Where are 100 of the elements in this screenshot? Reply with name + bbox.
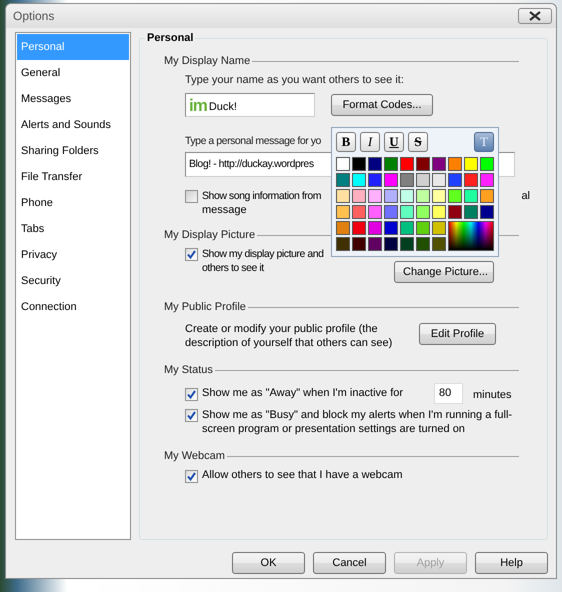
song-option-label: Show song information from xyxy=(202,189,322,203)
format-style-button[interactable]: U xyxy=(384,132,404,152)
color-swatch[interactable] xyxy=(416,189,430,203)
color-swatch[interactable] xyxy=(352,173,366,187)
category-item[interactable]: General xyxy=(17,60,129,86)
color-swatch[interactable] xyxy=(384,221,398,235)
display-name-field[interactable]: im Duck! xyxy=(185,93,315,117)
color-swatch[interactable] xyxy=(416,173,430,187)
category-item[interactable]: Sharing Folders xyxy=(17,138,129,164)
color-swatch[interactable] xyxy=(368,205,382,219)
color-swatch[interactable] xyxy=(432,173,446,187)
color-swatch[interactable] xyxy=(384,173,398,187)
color-swatch[interactable] xyxy=(384,205,398,219)
checkbox[interactable] xyxy=(185,409,198,422)
category-item[interactable]: Privacy xyxy=(17,242,129,268)
category-item[interactable]: Connection xyxy=(17,294,129,320)
color-swatch[interactable] xyxy=(336,157,350,171)
color-swatch[interactable] xyxy=(416,205,430,219)
color-swatch[interactable] xyxy=(368,157,382,171)
section-heading: My Display Picture xyxy=(164,229,256,242)
color-swatch[interactable] xyxy=(336,221,350,235)
color-swatch[interactable] xyxy=(432,189,446,203)
change-picture-button[interactable]: Change Picture... xyxy=(394,261,494,283)
format-codes-button[interactable]: Format Codes... xyxy=(331,94,433,116)
checkbox[interactable] xyxy=(185,248,198,261)
busy-option-label: Show me as "Busy" and block my alerts when I'm running a full-screen program or presentation settings are turned on xyxy=(202,408,514,436)
away-option-label: Show me as "Away" when I'm inactive for xyxy=(202,387,404,400)
color-swatch[interactable] xyxy=(480,205,494,219)
color-swatch[interactable] xyxy=(352,157,366,171)
close-button[interactable] xyxy=(518,8,552,24)
category-item[interactable]: Phone xyxy=(17,190,129,216)
color-swatch[interactable] xyxy=(432,205,446,219)
section-heading: My Webcam xyxy=(164,450,225,463)
minutes-label: minutes xyxy=(473,388,512,402)
color-swatch[interactable] xyxy=(448,157,462,171)
category-item[interactable]: Alerts and Sounds xyxy=(17,112,129,138)
color-swatch[interactable] xyxy=(400,205,414,219)
dialog-button[interactable]: Help xyxy=(475,552,548,574)
dialog-button[interactable]: OK xyxy=(232,552,305,574)
color-swatch[interactable] xyxy=(384,157,398,171)
color-swatch[interactable] xyxy=(336,189,350,203)
color-swatch[interactable] xyxy=(352,221,366,235)
color-swatch[interactable] xyxy=(336,173,350,187)
color-swatch[interactable] xyxy=(464,189,478,203)
display-picture-option-label: others to see it xyxy=(202,262,264,274)
color-swatch[interactable] xyxy=(448,173,462,187)
color-swatch[interactable] xyxy=(352,189,366,203)
color-swatch[interactable] xyxy=(448,205,462,219)
category-item[interactable]: Tabs xyxy=(17,216,129,242)
color-swatch[interactable] xyxy=(400,189,414,203)
color-swatch[interactable] xyxy=(464,205,478,219)
category-item[interactable]: Messages xyxy=(17,86,129,112)
color-swatch[interactable] xyxy=(368,237,382,251)
color-swatch[interactable] xyxy=(416,157,430,171)
section-heading: My Display Name xyxy=(164,55,250,68)
color-swatch[interactable] xyxy=(368,173,382,187)
section-heading: My Public Profile xyxy=(164,301,246,314)
section-heading: My Status xyxy=(164,364,213,377)
checkbox[interactable] xyxy=(185,190,198,203)
color-swatch[interactable] xyxy=(400,173,414,187)
im-logo: im xyxy=(189,97,207,114)
color-swatch[interactable] xyxy=(384,237,398,251)
color-swatch[interactable] xyxy=(384,189,398,203)
color-spectrum[interactable] xyxy=(448,221,494,251)
color-swatch[interactable] xyxy=(336,205,350,219)
window-title: Options xyxy=(13,10,54,22)
display-picture-option-label: Show my display picture and xyxy=(202,248,324,260)
close-icon xyxy=(528,11,542,21)
color-swatch[interactable] xyxy=(416,221,430,235)
color-swatch[interactable] xyxy=(416,237,430,251)
color-swatch[interactable] xyxy=(352,237,366,251)
category-item[interactable]: File Transfer xyxy=(17,164,129,190)
color-swatch[interactable] xyxy=(400,157,414,171)
color-swatch[interactable] xyxy=(480,189,494,203)
color-swatch[interactable] xyxy=(400,237,414,251)
color-swatch[interactable] xyxy=(432,237,446,251)
checkbox[interactable] xyxy=(185,470,198,483)
color-swatch[interactable] xyxy=(400,221,414,235)
color-swatch[interactable] xyxy=(464,157,478,171)
minutes-field[interactable]: 80 xyxy=(434,383,463,404)
format-style-button[interactable]: I xyxy=(360,132,380,152)
color-swatch[interactable] xyxy=(448,189,462,203)
color-swatch[interactable] xyxy=(352,205,366,219)
format-style-button[interactable]: B xyxy=(336,132,356,152)
song-option-label: al xyxy=(521,189,530,203)
checkbox[interactable] xyxy=(185,388,198,400)
category-item[interactable]: Security xyxy=(17,268,129,294)
color-swatch[interactable] xyxy=(368,189,382,203)
format-style-button[interactable]: S xyxy=(408,132,428,152)
color-swatch[interactable] xyxy=(480,173,494,187)
color-swatch[interactable] xyxy=(464,173,478,187)
color-swatch[interactable] xyxy=(480,157,494,171)
color-swatch[interactable] xyxy=(368,221,382,235)
dialog-button[interactable]: Cancel xyxy=(313,552,386,574)
song-option-label: message xyxy=(202,204,247,216)
color-swatch[interactable] xyxy=(432,221,446,235)
color-swatch[interactable] xyxy=(336,237,350,251)
edit-profile-button[interactable]: Edit Profile xyxy=(419,323,496,345)
name-prompt: Type your name as you want others to see it: xyxy=(185,74,405,87)
color-swatch[interactable] xyxy=(432,157,446,171)
